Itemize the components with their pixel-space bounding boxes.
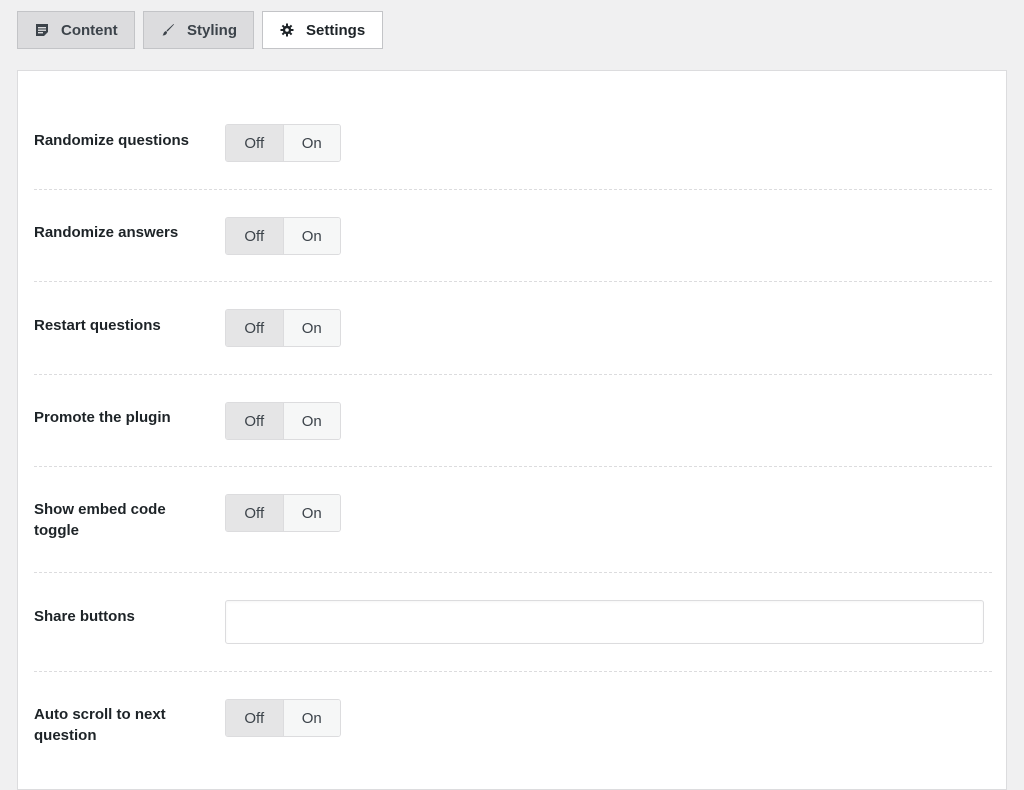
toggle-off-option[interactable]: Off: [226, 403, 284, 439]
tab-bar: Content Styling Settings: [17, 11, 383, 49]
row-divider: [34, 189, 992, 190]
toggle-off-option[interactable]: Off: [226, 495, 284, 531]
setting-label: Share buttons: [34, 608, 135, 625]
toggle-on-option[interactable]: On: [283, 310, 340, 346]
restart-questions-toggle[interactable]: Off On: [225, 309, 341, 347]
randomize-answers-toggle[interactable]: Off On: [225, 217, 341, 255]
toggle-off-option[interactable]: Off: [226, 700, 284, 736]
tab-settings[interactable]: Settings: [262, 11, 383, 49]
tab-content-label: Content: [61, 21, 118, 39]
settings-panel: Randomize questions Off On Randomize ans…: [17, 70, 1007, 790]
document-icon: [35, 22, 49, 38]
show-embed-code-toggle[interactable]: Off On: [225, 494, 341, 532]
tab-content[interactable]: Content: [17, 11, 135, 49]
toggle-on-option[interactable]: On: [283, 403, 340, 439]
tab-settings-label: Settings: [306, 21, 366, 39]
setting-label: Randomize answers: [34, 224, 179, 241]
share-buttons-input[interactable]: [225, 600, 984, 644]
setting-label: Randomize questions: [34, 132, 190, 149]
randomize-questions-toggle[interactable]: Off On: [225, 124, 341, 162]
promote-plugin-toggle[interactable]: Off On: [225, 402, 341, 440]
toggle-off-option[interactable]: Off: [226, 125, 284, 161]
setting-label: Show embed code toggle: [34, 501, 166, 539]
tab-styling-label: Styling: [187, 21, 238, 39]
row-divider: [34, 281, 992, 282]
tab-styling[interactable]: Styling: [143, 11, 254, 49]
row-divider: [34, 572, 992, 573]
row-divider: [34, 374, 992, 375]
toggle-on-option[interactable]: On: [283, 495, 340, 531]
setting-label: Promote the plugin: [34, 409, 171, 426]
gear-icon: [280, 22, 294, 38]
setting-label: Restart questions: [34, 317, 161, 334]
row-divider: [34, 466, 992, 467]
auto-scroll-toggle[interactable]: Off On: [225, 699, 341, 737]
toggle-on-option[interactable]: On: [283, 700, 340, 736]
toggle-off-option[interactable]: Off: [226, 310, 284, 346]
toggle-on-option[interactable]: On: [283, 125, 340, 161]
brush-icon: [161, 22, 175, 38]
toggle-off-option[interactable]: Off: [226, 218, 284, 254]
toggle-on-option[interactable]: On: [283, 218, 340, 254]
row-divider: [34, 671, 992, 672]
setting-label: Auto scroll to next question: [34, 706, 166, 744]
